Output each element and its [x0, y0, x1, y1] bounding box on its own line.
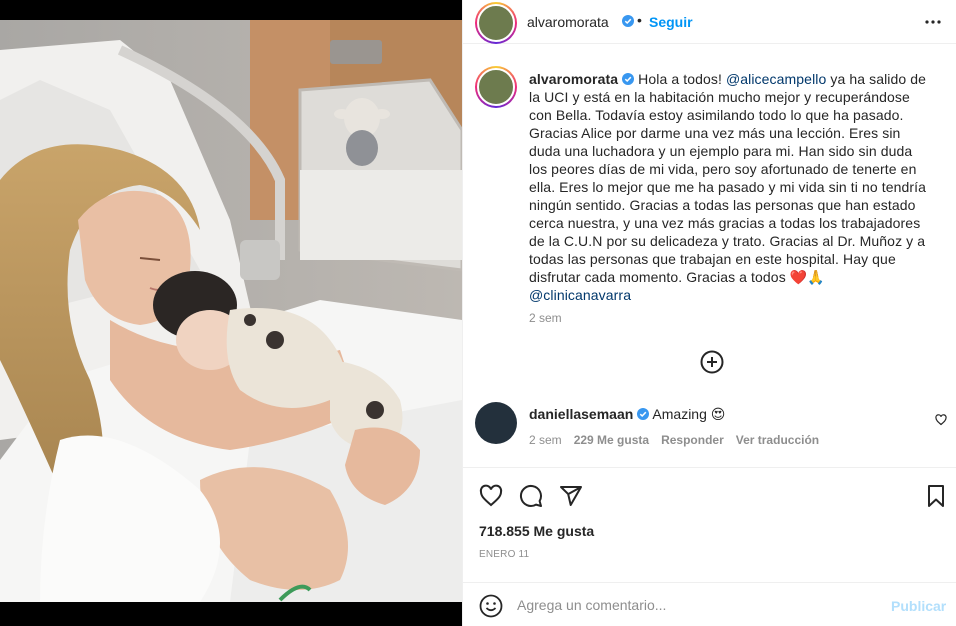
mention-link[interactable]: @clinicanavarra [529, 287, 631, 303]
author-avatar[interactable] [475, 2, 517, 44]
commenter-avatar[interactable] [475, 402, 517, 444]
author-username[interactable]: alvaromorata [527, 14, 609, 30]
caption-body: ya ha salido de la UCI y está en la habi… [529, 71, 927, 285]
heart-icon[interactable] [479, 484, 503, 508]
comment-item: daniellasemaan Amazing 😍 2 sem 229 Me gu… [475, 402, 945, 452]
comment-timestamp[interactable]: 2 sem [529, 433, 562, 447]
comment-input[interactable] [517, 593, 877, 617]
comment-meta: 2 sem 229 Me gusta Responder Ver traducc… [529, 433, 819, 447]
caption-username[interactable]: alvaromorata [529, 71, 618, 87]
commenter-username[interactable]: daniellasemaan [529, 406, 633, 422]
more-options-icon[interactable] [923, 14, 943, 30]
header-separator: • [637, 12, 642, 28]
reply-button[interactable]: Responder [661, 433, 724, 447]
post-media[interactable] [0, 0, 462, 626]
comment-text: daniellasemaan Amazing 😍 [529, 406, 725, 423]
translate-button[interactable]: Ver traducción [736, 433, 819, 447]
heart-icon[interactable] [935, 414, 947, 426]
publish-button[interactable]: Publicar [891, 598, 946, 614]
comment-likes[interactable]: 229 Me gusta [574, 433, 649, 447]
caption-avatar[interactable] [475, 66, 517, 108]
emoji-icon[interactable] [479, 594, 503, 618]
send-icon[interactable] [559, 484, 583, 508]
mention-link[interactable]: @alicecampello [726, 71, 826, 87]
add-comment-bar: Publicar [463, 582, 956, 626]
follow-button[interactable]: Seguir [649, 14, 693, 30]
caption-timestamp[interactable]: 2 sem [529, 311, 562, 325]
likes-count[interactable]: 718.855 Me gusta [479, 523, 594, 539]
post-header: alvaromorata • Seguir [463, 0, 956, 44]
verified-badge-icon [622, 15, 634, 27]
action-bar [463, 467, 956, 522]
caption-text: alvaromorata Hola a todos! @alicecampell… [529, 70, 945, 304]
post-side-panel: alvaromorata • Seguir alvaromorata Hola … [462, 0, 956, 626]
post-date[interactable]: ENERO 11 [479, 549, 529, 560]
bookmark-icon[interactable] [924, 484, 948, 508]
comment-body: Amazing 😍 [652, 406, 726, 422]
hospital-photo-illustration [0, 20, 462, 602]
post-photo [0, 20, 462, 602]
plus-circle-icon[interactable] [700, 350, 724, 374]
verified-badge-icon [622, 73, 635, 85]
comment-icon[interactable] [519, 484, 543, 508]
verified-badge-icon [637, 408, 650, 420]
caption-body-start: Hola a todos! [638, 71, 726, 87]
